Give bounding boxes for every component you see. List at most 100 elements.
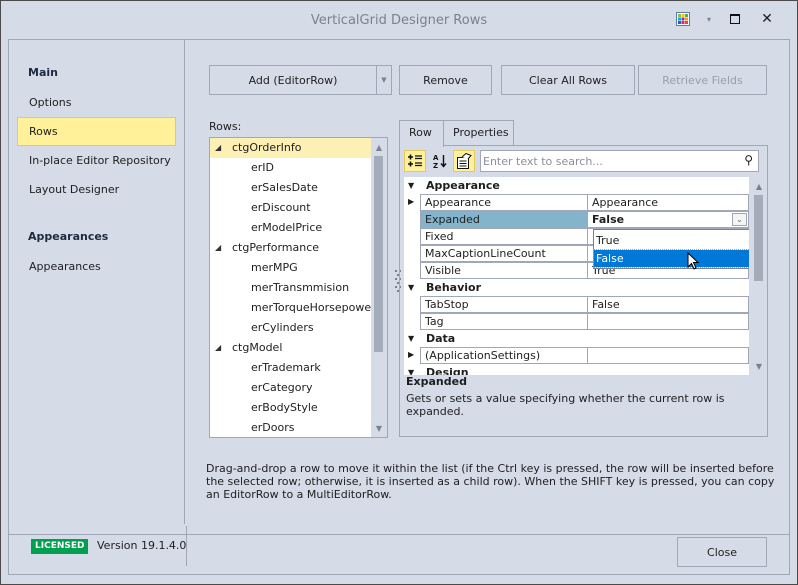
property-category[interactable]: ▼ Data <box>404 330 749 347</box>
expand-row-icon[interactable]: ▶ <box>408 347 414 363</box>
tree-row[interactable]: erModelPrice <box>210 218 372 238</box>
expand-toggle-icon[interactable]: ◢ <box>215 138 221 158</box>
property-row[interactable]: TabStop False <box>420 296 749 313</box>
search-icon[interactable]: ⚲ <box>744 153 753 167</box>
property-row[interactable]: Expanded False ⌄ <box>420 211 749 228</box>
property-category[interactable]: ▼ Behavior <box>404 279 749 296</box>
property-name: Fixed <box>420 228 588 245</box>
alphabetical-sort-icon[interactable]: AZ <box>429 150 451 172</box>
expanded-dropdown-list[interactable]: True False <box>593 229 749 269</box>
rows-tree[interactable]: erDoors erBodyStyle erCategory erTrademark ◢… <box>209 137 388 438</box>
expand-row-icon[interactable]: ▶ <box>408 194 414 210</box>
collapse-toggle-icon[interactable]: ▼ <box>408 364 414 375</box>
nav-item-options[interactable]: Options <box>17 88 176 117</box>
svg-text:Z: Z <box>433 162 438 169</box>
tree-row-label: erDoors <box>251 421 295 434</box>
tree-row[interactable]: erDiscount <box>210 198 372 218</box>
category-name: Design <box>426 366 469 375</box>
remove-button[interactable]: Remove <box>399 65 492 95</box>
tree-row-label: erCylinders <box>251 321 314 334</box>
scroll-up-icon[interactable]: ▲ <box>371 140 387 154</box>
svg-text:A: A <box>433 154 439 162</box>
property-value[interactable]: False <box>587 296 749 313</box>
tree-category-row[interactable]: ◢ ctgPerformance <box>210 238 372 258</box>
tree-row-label: ctgOrderInfo <box>232 141 302 154</box>
nav-item-editor-repository[interactable]: In-place Editor Repository <box>17 146 176 175</box>
property-row[interactable]: Tag <box>420 313 749 330</box>
nav-item-appearances[interactable]: Appearances <box>17 252 176 281</box>
category-name: Data <box>426 332 456 345</box>
description-title: Expanded <box>406 375 467 388</box>
tree-scrollbar[interactable]: ▲ ▼ <box>371 138 387 437</box>
property-value[interactable] <box>587 347 749 364</box>
close-window-button[interactable]: ✕ <box>757 9 777 29</box>
property-search-box[interactable]: ⚲ <box>480 150 759 172</box>
add-editor-row-button[interactable]: Add (EditorRow) ▼ <box>209 65 392 95</box>
clear-all-rows-button[interactable]: Clear All Rows <box>501 65 635 95</box>
categorized-icon[interactable] <box>404 150 426 172</box>
tree-row[interactable]: erID <box>210 158 372 178</box>
property-value[interactable] <box>587 313 749 330</box>
retrieve-fields-button[interactable]: Retrieve Fields <box>638 65 767 95</box>
dropdown-option-false[interactable]: False <box>593 249 749 268</box>
tree-category-row[interactable]: ◢ ctgOrderInfo <box>210 138 372 158</box>
maximize-button[interactable] <box>725 9 745 29</box>
property-pages-icon[interactable] <box>453 150 475 172</box>
property-category[interactable]: ▼ Appearance <box>404 177 749 194</box>
nav-item-rows[interactable]: Rows <box>17 117 176 146</box>
scroll-down-icon[interactable]: ▼ <box>371 421 387 435</box>
tree-row-label: erID <box>251 161 275 174</box>
mouse-cursor-icon <box>687 251 701 275</box>
tree-row[interactable]: erTrademark <box>210 358 372 378</box>
tab-properties[interactable]: Properties <box>443 120 514 146</box>
tree-row-label: erBodyStyle <box>251 401 318 414</box>
tree-row[interactable]: merTransmmision <box>210 278 372 298</box>
property-category[interactable]: ▼ Design <box>404 364 749 375</box>
designer-window: VerticalGrid Designer Rows ▾ ✕ Main Opti… <box>0 0 798 585</box>
scroll-thumb[interactable] <box>754 195 763 281</box>
property-row[interactable]: ▶ Appearance Appearance <box>408 194 749 211</box>
expand-toggle-icon[interactable]: ◢ <box>215 338 221 358</box>
tree-row[interactable]: erCylinders <box>210 318 372 338</box>
add-button-label: Add (EditorRow) <box>248 73 338 87</box>
licensed-badge: LICENSED <box>31 539 89 554</box>
nav-item-layout-designer[interactable]: Layout Designer <box>17 175 176 204</box>
tab-row[interactable]: Row <box>399 120 444 147</box>
property-name: Visible <box>420 262 588 279</box>
tree-row-label: erTrademark <box>251 361 321 374</box>
tree-row[interactable]: erCategory <box>210 378 372 398</box>
nav-group-main: Main <box>28 66 58 79</box>
tree-row-label: erSalesDate <box>251 181 318 194</box>
tree-row[interactable]: erDoors <box>210 418 372 437</box>
add-dropdown-arrow-icon[interactable]: ▼ <box>376 66 391 94</box>
skin-palette-icon[interactable] <box>673 9 693 29</box>
scroll-thumb[interactable] <box>374 156 383 352</box>
tree-category-row[interactable]: ◢ ctgModel <box>210 338 372 358</box>
property-search-input[interactable] <box>483 153 733 169</box>
property-row[interactable]: ▶ (ApplicationSettings) <box>408 347 749 364</box>
rows-label: Rows: <box>209 120 242 133</box>
close-button[interactable]: Close <box>677 537 767 567</box>
property-value[interactable]: Appearance <box>587 194 749 211</box>
nav-group-appearances: Appearances <box>28 230 109 243</box>
description-text: Gets or sets a value specifying whether … <box>406 392 725 418</box>
tree-row[interactable]: erBodyStyle <box>210 398 372 418</box>
scroll-up-icon[interactable]: ▲ <box>751 179 767 193</box>
collapse-toggle-icon[interactable]: ▼ <box>408 279 414 296</box>
property-grid-scrollbar[interactable]: ▲ ▼ <box>751 177 767 375</box>
title-bar: VerticalGrid Designer Rows ▾ ✕ <box>1 1 797 39</box>
tree-row-label: erModelPrice <box>251 221 323 234</box>
client-area: Main Options Rows In-place Editor Reposi… <box>8 39 790 535</box>
scroll-down-icon[interactable]: ▼ <box>751 359 767 373</box>
footer-divider <box>186 526 187 566</box>
expand-toggle-icon[interactable]: ◢ <box>215 238 221 258</box>
collapse-toggle-icon[interactable]: ▼ <box>408 177 414 194</box>
dropdown-option-true[interactable]: True <box>594 232 749 249</box>
tree-row[interactable]: merTorqueHorsepower <box>210 298 376 318</box>
skin-dropdown-icon[interactable]: ▾ <box>699 9 719 29</box>
collapse-toggle-icon[interactable]: ▼ <box>408 330 414 347</box>
tree-row[interactable]: erSalesDate <box>210 178 372 198</box>
tree-row[interactable]: merMPG <box>210 258 372 278</box>
property-value-editor[interactable]: False ⌄ <box>587 211 749 228</box>
combo-dropdown-icon[interactable]: ⌄ <box>732 213 747 226</box>
